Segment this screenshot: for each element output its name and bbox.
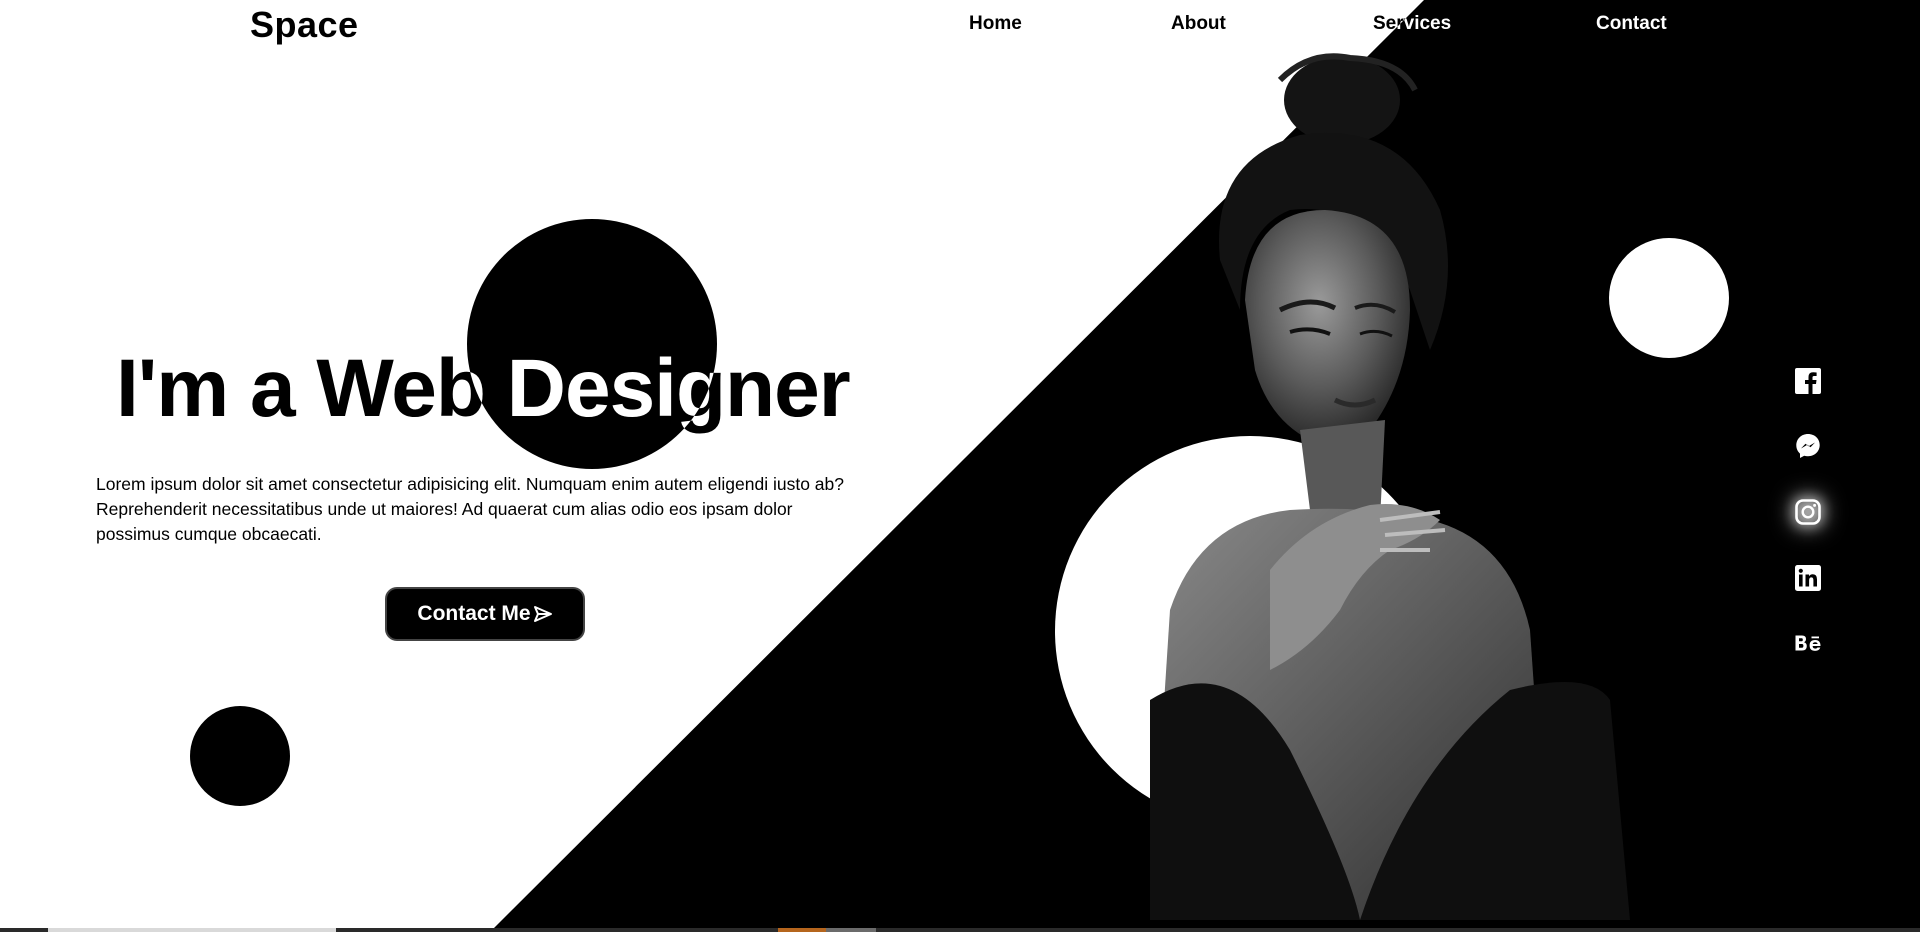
hero-paragraph: Lorem ipsum dolor sit amet consectetur a… bbox=[96, 474, 845, 544]
messenger-icon[interactable] bbox=[1794, 432, 1822, 460]
paper-plane-icon bbox=[533, 606, 552, 622]
instagram-icon[interactable] bbox=[1794, 498, 1822, 526]
bottom-bar-grey-segment bbox=[826, 928, 876, 932]
hero-headline: I'm a Web Designer bbox=[116, 343, 851, 434]
facebook-icon[interactable] bbox=[1794, 367, 1822, 395]
portrait-image bbox=[1150, 53, 1630, 920]
nav-services-link[interactable]: Services bbox=[1373, 13, 1451, 35]
nav-contact-link[interactable]: Contact bbox=[1596, 13, 1667, 35]
diagonal-black-panel bbox=[490, 0, 1920, 932]
bottom-bar-accent-segment bbox=[778, 928, 826, 932]
nav-home-link[interactable]: Home bbox=[969, 13, 1022, 35]
bottom-scrollbar-thumb[interactable] bbox=[48, 928, 336, 932]
contact-me-label: Contact Me bbox=[417, 602, 531, 625]
nav-about-link[interactable]: About bbox=[1171, 13, 1226, 35]
small-circle-decoration bbox=[190, 706, 290, 806]
behance-icon[interactable] bbox=[1794, 629, 1822, 657]
contact-me-button[interactable]: Contact Me bbox=[385, 587, 585, 641]
linkedin-icon[interactable] bbox=[1794, 564, 1822, 592]
main-nav: Home About Services Contact bbox=[0, 13, 1920, 43]
